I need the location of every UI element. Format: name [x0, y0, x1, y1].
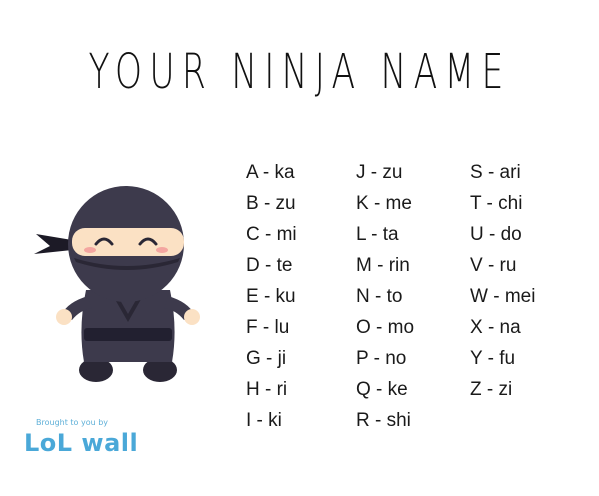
letter-entry-f: F - lu: [246, 317, 290, 338]
letter-entry-s: S - ari: [470, 162, 521, 183]
letter-column-j-r: J - zu K - me L - ta M - rin N - to O - …: [356, 157, 414, 436]
lolwall-logo: LoL wall: [24, 429, 139, 457]
ninja-mascot-illustration: [34, 186, 200, 382]
letter-entry-i: I - ki: [246, 410, 282, 431]
letter-entry-r: R - shi: [356, 410, 411, 431]
letter-entry-x: X - na: [470, 317, 521, 338]
page-title: YOUR NINJA NAME: [88, 44, 511, 100]
letter-entry-j: J - zu: [356, 162, 403, 183]
ninja-left-blush: [84, 247, 96, 253]
letter-entry-e: E - ku: [246, 286, 296, 307]
letter-entry-n: N - to: [356, 286, 403, 307]
ninja-belt: [84, 328, 172, 341]
letter-column-s-z: S - ari T - chi U - do V - ru W - mei X …: [470, 157, 535, 405]
letter-entry-h: H - ri: [246, 379, 288, 400]
letter-entry-w: W - mei: [470, 286, 536, 307]
ninja-right-blush: [156, 247, 168, 253]
letter-entry-z: Z - zi: [470, 379, 513, 400]
letter-entry-m: M - rin: [356, 255, 410, 276]
letter-entry-p: P - no: [356, 348, 407, 369]
letter-entry-q: Q - ke: [356, 379, 408, 400]
letter-entry-t: T - chi: [470, 193, 523, 214]
brand-logo-block: Brought to you by LoL wall: [24, 418, 144, 457]
letter-entry-b: B - zu: [246, 193, 296, 214]
ninja-right-hand: [184, 309, 200, 325]
letter-entry-u: U - do: [470, 224, 522, 245]
letter-entry-g: G - ji: [246, 348, 287, 369]
ninja-left-hand: [56, 309, 72, 325]
letter-entry-y: Y - fu: [470, 348, 516, 369]
letter-entry-v: V - ru: [470, 255, 517, 276]
letter-column-a-i: A - ka B - zu C - mi D - te E - ku F - l…: [246, 157, 297, 436]
letter-entry-d: D - te: [246, 255, 293, 276]
brand-tagline: Brought to you by: [36, 418, 109, 427]
letter-entry-l: L - ta: [356, 224, 399, 245]
letter-entry-k: K - me: [356, 193, 412, 214]
letter-entry-a: A - ka: [246, 162, 295, 183]
letter-entry-o: O - mo: [356, 317, 415, 338]
ninja-headband-tail: [34, 234, 72, 254]
letter-entry-c: C - mi: [246, 224, 297, 245]
